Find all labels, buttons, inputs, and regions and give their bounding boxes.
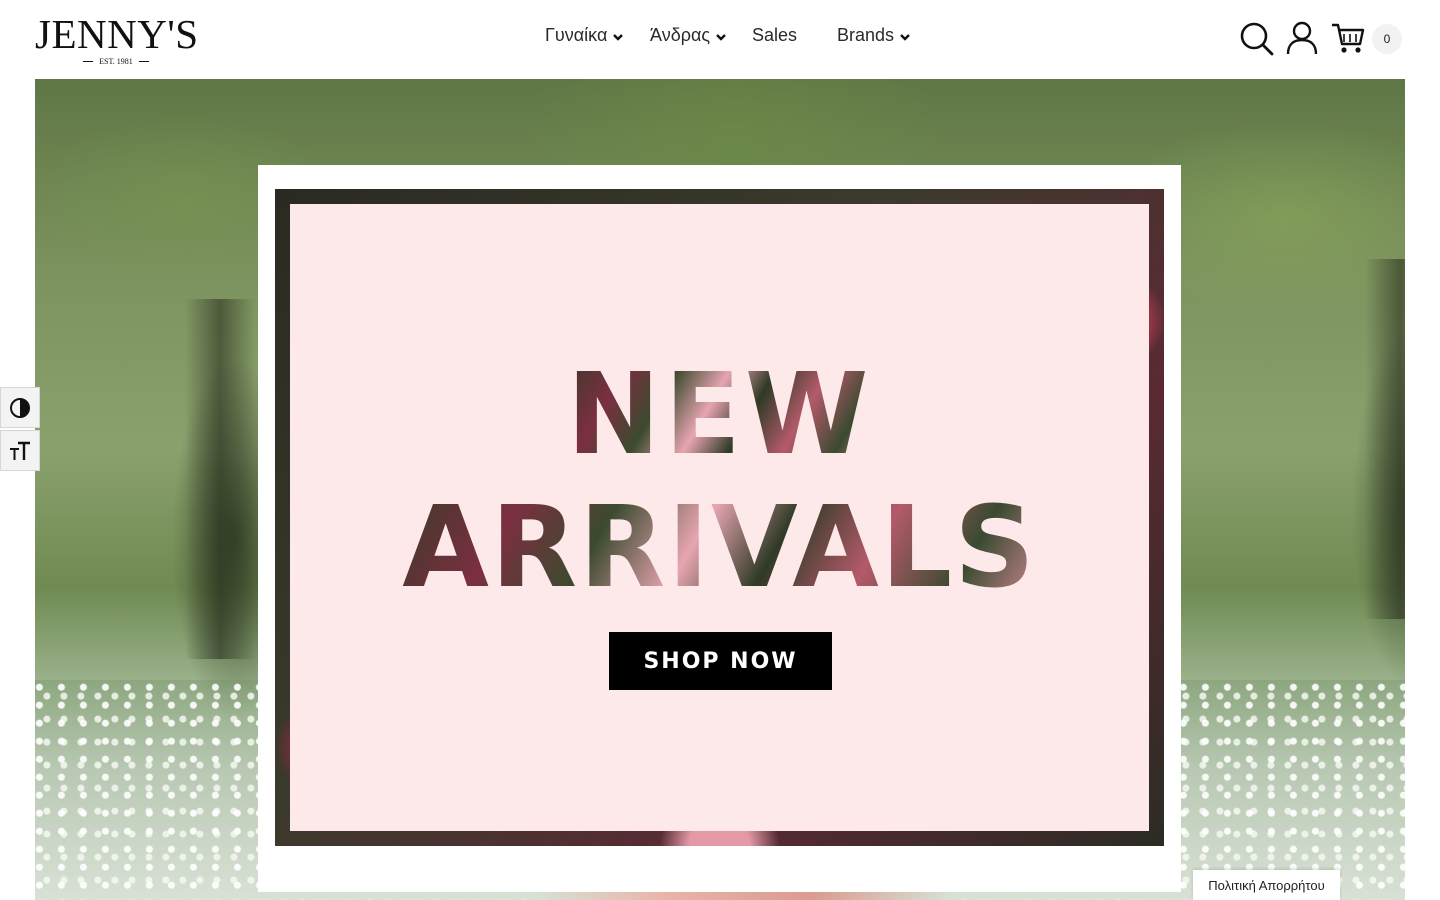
nav-item-men[interactable]: Άνδρας <box>650 21 727 49</box>
chevron-down-icon <box>613 33 624 41</box>
shop-now-button[interactable]: SHOP NOW <box>609 632 832 690</box>
headline-arrivals-text: ARRIVALS <box>402 483 1037 613</box>
nav-item-brands[interactable]: Brands <box>837 21 911 49</box>
headline-arrivals: ARRIVALS <box>258 488 1181 608</box>
logo-dash-left <box>83 60 94 62</box>
nav-item-label: Γυναίκα <box>545 24 608 45</box>
tree-trunk-left <box>185 299 255 659</box>
logo-dash-right <box>138 60 149 62</box>
privacy-policy-link[interactable]: Πολιτική Απορρήτου <box>1193 870 1340 900</box>
cart-count-badge[interactable]: 0 <box>1372 24 1402 54</box>
contrast-toggle-button[interactable] <box>0 387 40 428</box>
nav-item-label: Άνδρας <box>650 24 711 45</box>
banner-bottom-strip <box>258 871 1181 892</box>
logo-tagline: EST. 1981 <box>35 55 197 67</box>
accessibility-toolbar <box>0 387 40 471</box>
logo-wordmark: JENNY'S <box>35 11 199 57</box>
nav-item-label: Sales <box>752 24 798 45</box>
cart-icon[interactable] <box>1330 20 1366 56</box>
nav-item-label: Brands <box>837 24 895 45</box>
nav-item-sales[interactable]: Sales <box>752 21 797 49</box>
chevron-down-icon <box>900 33 910 41</box>
search-icon[interactable] <box>1238 20 1274 56</box>
nav-item-women[interactable]: Γυναίκα <box>545 21 624 49</box>
site-header: JENNY'S EST. 1981 Γυναίκα Άνδρας Sales B… <box>0 0 1440 79</box>
tree-trunk-right <box>1365 259 1405 619</box>
headline-new-text: NEW <box>566 350 873 480</box>
user-icon[interactable] <box>1284 20 1320 56</box>
headline-new: NEW <box>258 355 1181 475</box>
next-banner-peek <box>258 892 1181 900</box>
logo-est-text: EST. 1981 <box>99 56 133 66</box>
font-size-icon <box>10 441 30 460</box>
contrast-icon <box>10 397 30 418</box>
font-size-button[interactable] <box>0 430 40 471</box>
site-logo[interactable]: JENNY'S EST. 1981 <box>35 11 199 68</box>
new-arrivals-banner[interactable]: NEW ARRIVALS SHOP NOW <box>258 165 1181 892</box>
chevron-down-icon <box>716 33 726 41</box>
